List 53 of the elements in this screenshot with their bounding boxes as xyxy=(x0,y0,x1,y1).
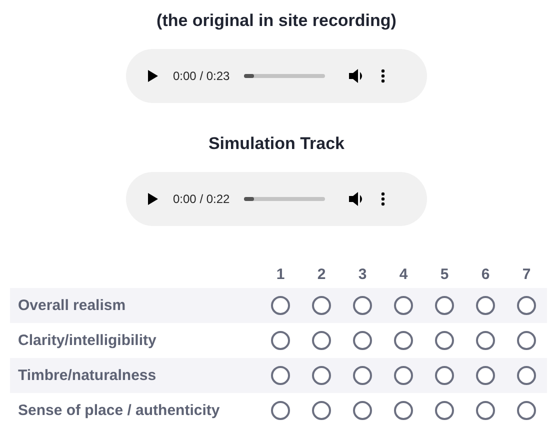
radio-button[interactable] xyxy=(312,296,331,315)
radio-button[interactable] xyxy=(476,296,495,315)
audio-player[interactable]: 0:00 / 0:23 xyxy=(126,49,427,103)
seek-bar[interactable] xyxy=(244,74,325,78)
column-header: 3 xyxy=(357,264,368,284)
radio-button[interactable] xyxy=(517,296,536,315)
more-options-icon[interactable] xyxy=(380,69,385,83)
column-header: 4 xyxy=(398,264,409,284)
radio-button[interactable] xyxy=(476,331,495,350)
column-header: 7 xyxy=(521,264,532,284)
volume-icon[interactable] xyxy=(348,69,365,83)
radio-button[interactable] xyxy=(435,366,454,385)
row-label: Sense of place / authenticity xyxy=(17,401,221,421)
time-display: 0:00 / 0:22 xyxy=(173,192,230,206)
section-heading: (the original in site recording) xyxy=(156,10,396,32)
row-label: Clarity/intelligibility xyxy=(17,331,158,351)
row-label: Timbre/naturalness xyxy=(10,358,260,393)
seek-bar[interactable] xyxy=(244,197,325,201)
column-header: 2 xyxy=(316,264,327,284)
radio-button[interactable] xyxy=(271,296,290,315)
section-heading: Simulation Track xyxy=(208,133,345,155)
radio-button[interactable] xyxy=(394,331,413,350)
radio-button[interactable] xyxy=(394,401,413,420)
radio-button[interactable] xyxy=(312,331,331,350)
radio-button[interactable] xyxy=(435,401,454,420)
column-header: 5 xyxy=(439,264,450,284)
column-header: 6 xyxy=(480,264,491,284)
radio-button[interactable] xyxy=(271,366,290,385)
radio-button[interactable] xyxy=(312,401,331,420)
radio-button[interactable] xyxy=(271,401,290,420)
radio-button[interactable] xyxy=(353,331,372,350)
radio-button[interactable] xyxy=(435,331,454,350)
more-options-icon[interactable] xyxy=(380,192,385,206)
audio-player[interactable]: 0:00 / 0:22 xyxy=(126,172,427,226)
radio-button[interactable] xyxy=(517,331,536,350)
radio-button[interactable] xyxy=(517,401,536,420)
radio-button[interactable] xyxy=(394,366,413,385)
radio-button[interactable] xyxy=(353,366,372,385)
radio-button[interactable] xyxy=(435,296,454,315)
play-icon[interactable] xyxy=(148,70,158,82)
radio-button[interactable] xyxy=(353,296,372,315)
radio-button[interactable] xyxy=(517,366,536,385)
radio-button[interactable] xyxy=(394,296,413,315)
radio-button[interactable] xyxy=(312,366,331,385)
volume-icon[interactable] xyxy=(348,192,365,206)
row-label: Overall realism xyxy=(10,288,260,323)
radio-button[interactable] xyxy=(476,366,495,385)
column-header: 1 xyxy=(275,264,286,284)
radio-button[interactable] xyxy=(271,331,290,350)
play-icon[interactable] xyxy=(148,193,158,205)
radio-button[interactable] xyxy=(353,401,372,420)
time-display: 0:00 / 0:23 xyxy=(173,69,230,83)
radio-button[interactable] xyxy=(476,401,495,420)
